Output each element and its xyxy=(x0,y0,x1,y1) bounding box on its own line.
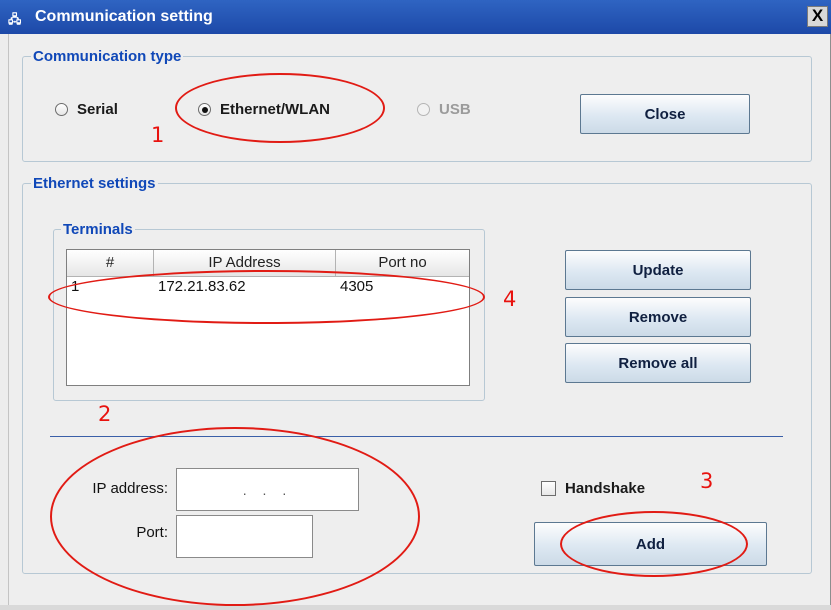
annotation-label-2: 2 xyxy=(98,402,112,426)
annotation-label-4: 4 xyxy=(503,287,517,311)
handshake-label[interactable]: Handshake xyxy=(565,480,645,497)
window-bottom-edge xyxy=(0,605,831,610)
column-header-number[interactable]: # xyxy=(67,250,154,276)
radio-usb: USB xyxy=(417,101,471,118)
close-icon: X xyxy=(811,6,824,25)
close-window-button[interactable]: X xyxy=(807,6,828,27)
window-title: Communication setting xyxy=(35,8,213,25)
communication-type-legend: Communication type xyxy=(33,48,182,65)
app-icon: 🖧 xyxy=(8,12,22,26)
update-button[interactable]: Update xyxy=(565,250,751,290)
handshake-checkbox[interactable] xyxy=(541,481,556,496)
radio-serial-label: Serial xyxy=(77,101,118,118)
remove-all-button[interactable]: Remove all xyxy=(565,343,751,383)
radio-usb-label: USB xyxy=(439,101,471,118)
radio-button-icon xyxy=(55,103,68,116)
annotation-ellipse-2 xyxy=(50,427,420,606)
terminals-legend: Terminals xyxy=(63,221,133,238)
ethernet-settings-legend: Ethernet settings xyxy=(33,175,156,192)
title-bar: 🖧 Communication setting X xyxy=(0,0,831,34)
annotation-ellipse-3 xyxy=(560,511,748,577)
annotation-label-1: 1 xyxy=(151,123,165,147)
annotation-ellipse-1 xyxy=(175,73,385,143)
close-button[interactable]: Close xyxy=(580,94,750,134)
annotation-ellipse-4 xyxy=(48,270,485,324)
remove-button[interactable]: Remove xyxy=(565,297,751,337)
radio-serial[interactable]: Serial xyxy=(55,101,118,118)
radio-button-icon xyxy=(417,103,430,116)
annotation-label-3: 3 xyxy=(700,469,714,493)
